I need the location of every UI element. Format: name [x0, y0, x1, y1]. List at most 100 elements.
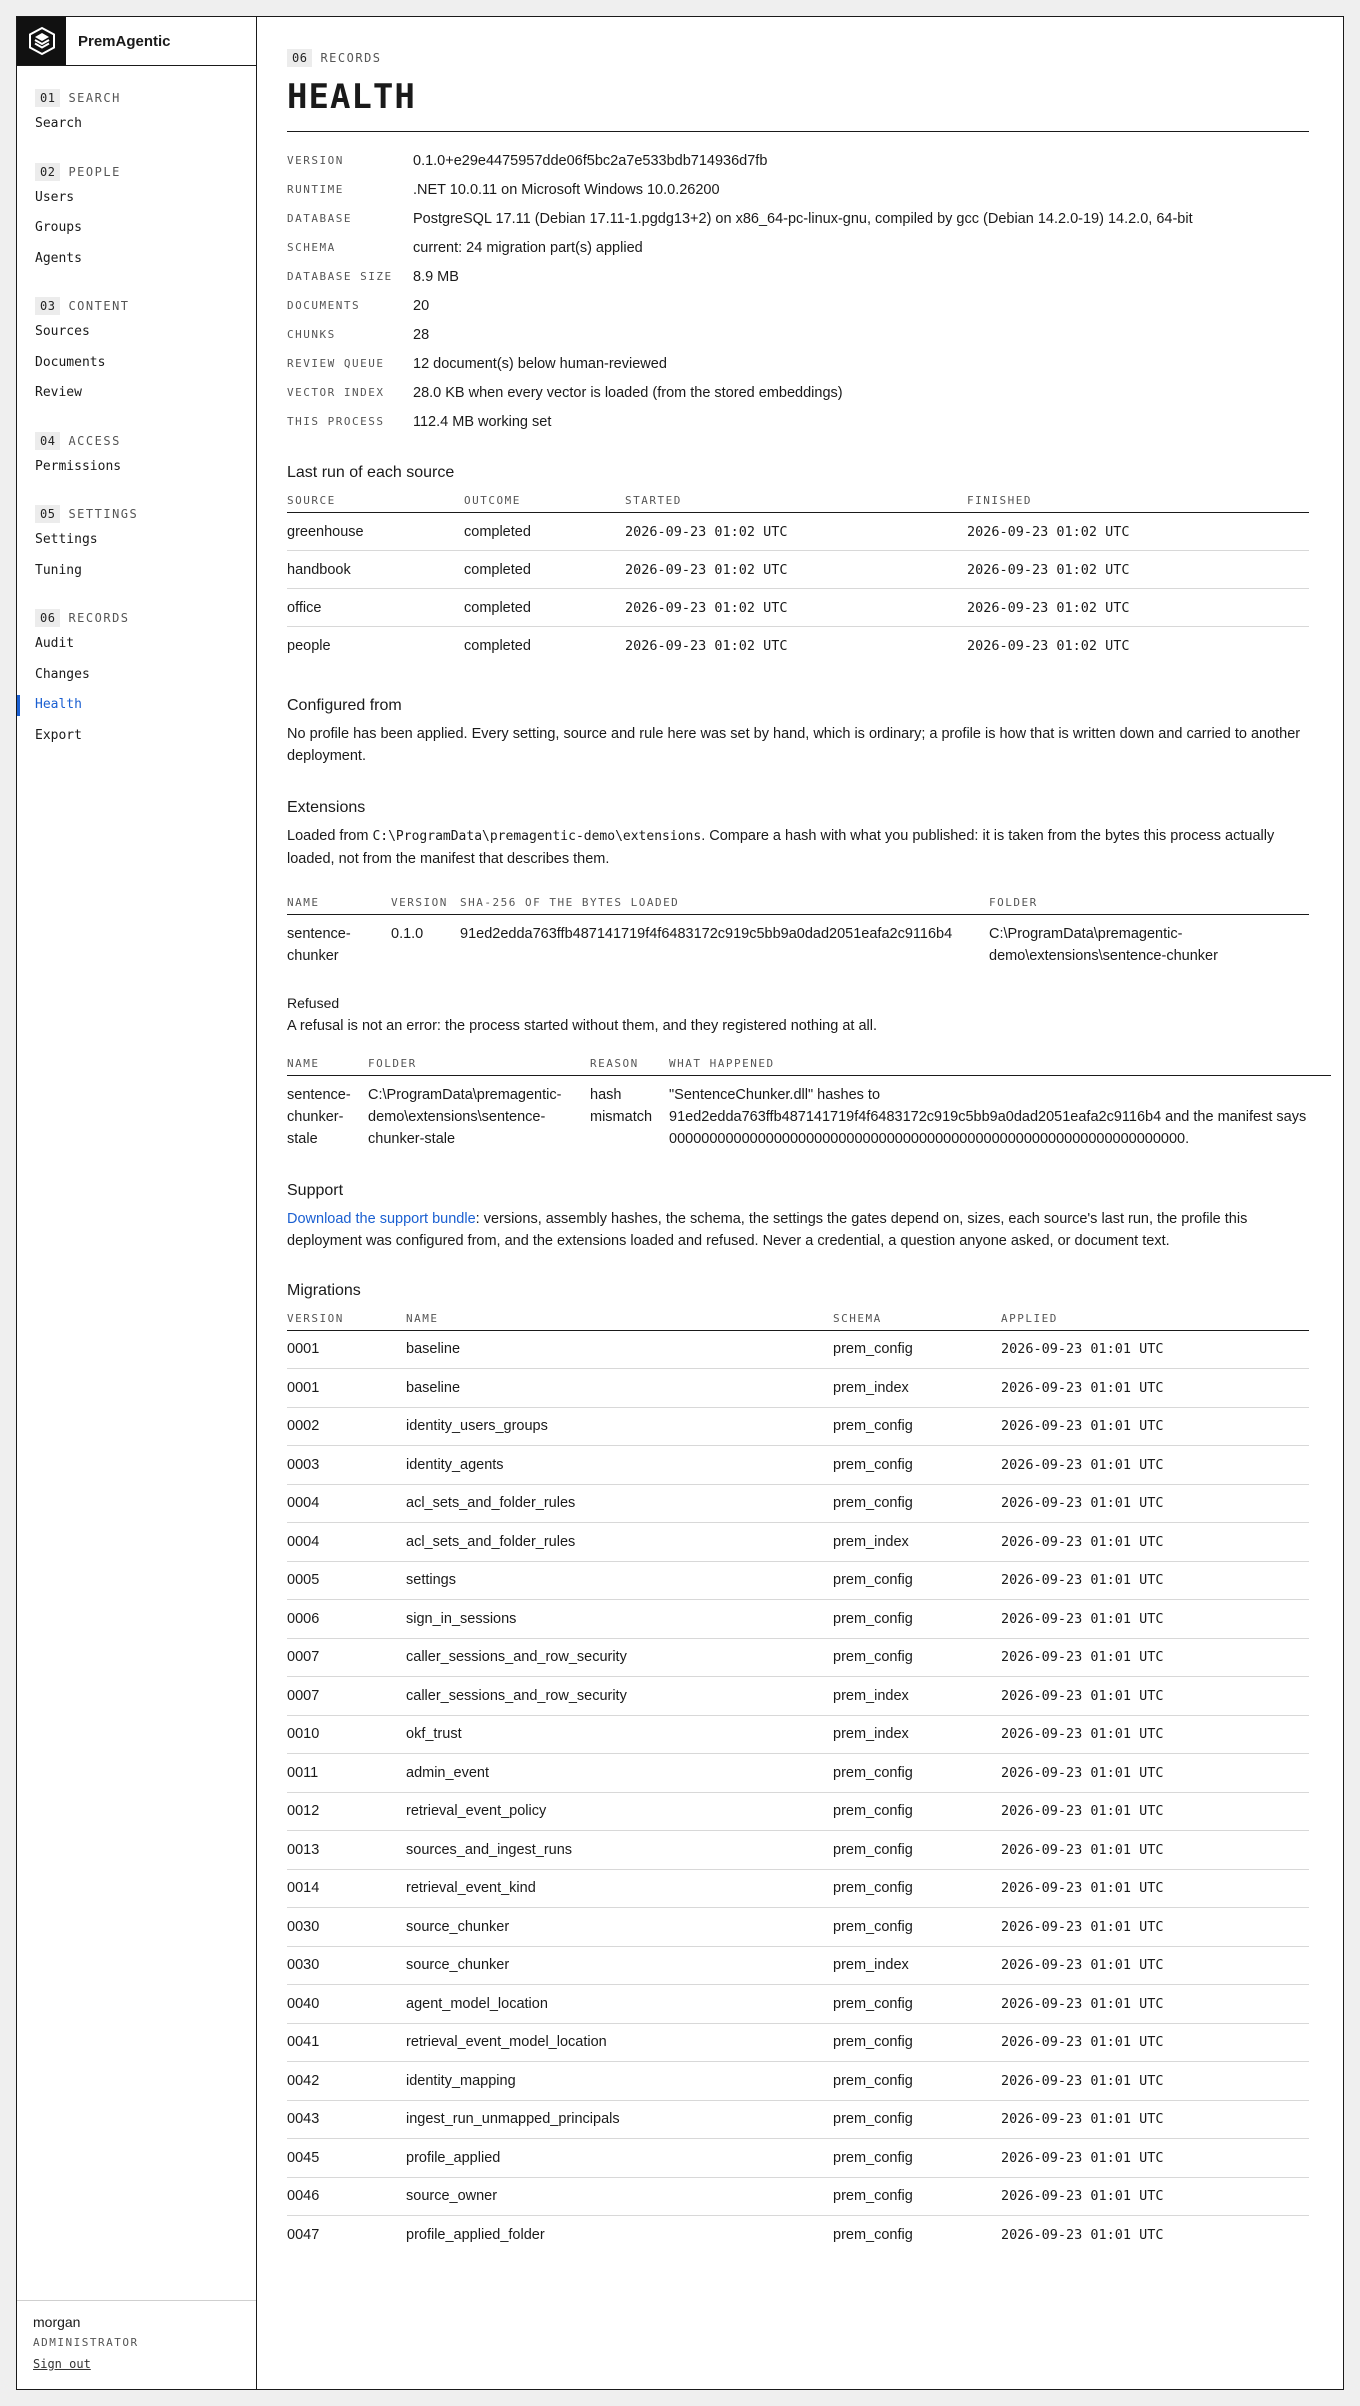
- table-cell: 2026-09-23 01:01 UTC: [1001, 1984, 1309, 2024]
- migrations-heading: Migrations: [287, 1281, 361, 1299]
- info-value: .NET 10.0.11 on Microsoft Windows 10.0.2…: [413, 181, 720, 198]
- download-support-bundle-link[interactable]: Download the support bundle: [287, 1211, 476, 1227]
- sidebar-item-changes[interactable]: Changes: [35, 660, 238, 691]
- table-row: 0030 source_chunker prem_config 2026-09-23 …: [287, 1907, 1309, 1947]
- table-cell: 0042: [287, 2061, 406, 2101]
- sign-out-link[interactable]: Sign out: [33, 2357, 91, 2371]
- table-cell: 2026-09-23 01:01 UTC: [1001, 1676, 1309, 1716]
- table-cell: prem_index: [833, 1522, 1001, 1562]
- table-row: 0041 retrieval_event_model_location prem_c…: [287, 2023, 1309, 2062]
- sidebar-item-users[interactable]: Users: [35, 183, 238, 214]
- info-row: DOCUMENTS 20: [287, 291, 1309, 320]
- nav-section-number: 01: [35, 89, 61, 107]
- table-cell: prem_config: [833, 1445, 1001, 1485]
- breadcrumb: 06 RECORDS: [287, 49, 1343, 67]
- sidebar-item-tuning[interactable]: Tuning: [35, 556, 238, 587]
- table-cell: caller_sessions_and_row_security: [406, 1676, 833, 1716]
- column-header: FOLDER: [368, 1056, 590, 1076]
- table-cell: 0045: [287, 2138, 406, 2178]
- table-cell: 0030: [287, 1946, 406, 1985]
- table-cell: 0004: [287, 1522, 406, 1562]
- table-cell: identity_mapping: [406, 2061, 833, 2101]
- column-header: FOLDER: [989, 895, 1309, 915]
- info-row: THIS PROCESS 112.4 MB working set: [287, 407, 1309, 436]
- sidebar-item-sources[interactable]: Sources: [35, 317, 238, 348]
- table-cell: okf_trust: [406, 1715, 833, 1754]
- table-cell: acl_sets_and_folder_rules: [406, 1484, 833, 1523]
- sidebar-item-search[interactable]: Search: [35, 109, 238, 140]
- table-cell: prem_config: [833, 1561, 1001, 1600]
- table-cell: completed: [464, 588, 625, 627]
- info-row: VECTOR INDEX 28.0 KB when every vector is…: [287, 378, 1309, 407]
- nav-section-number: 03: [35, 297, 61, 315]
- table-cell: prem_index: [833, 1715, 1001, 1754]
- table-row: 0040 agent_model_location prem_config 2026-…: [287, 1984, 1309, 2024]
- column-header: WHAT HAPPENED: [669, 1056, 1331, 1076]
- table-cell: 0011: [287, 1753, 406, 1793]
- sidebar-item-groups[interactable]: Groups: [35, 213, 238, 244]
- info-key: SCHEMA: [287, 241, 336, 254]
- nav-section-heading: 06 RECORDS: [35, 608, 238, 628]
- sidebar-item-review[interactable]: Review: [35, 378, 238, 409]
- table-cell: 2026-09-23 01:01 UTC: [1001, 1330, 1309, 1369]
- table-row: 0007 caller_sessions_and_row_security prem…: [287, 1676, 1309, 1716]
- nav-section-number: 02: [35, 162, 61, 181]
- info-key: RUNTIME: [287, 183, 344, 196]
- nav-section-settings: 05 SETTINGS Settings Tuning: [35, 504, 238, 586]
- table-row: people completed 2026-09-23 01:02 UTC 2026-…: [287, 627, 1309, 665]
- info-row: RUNTIME .NET 10.0.11 on Microsoft Windows…: [287, 175, 1309, 204]
- info-row: VERSION 0.1.0+e29e4475957dde06f5bc2a7e533…: [287, 146, 1309, 175]
- sidebar-item-audit[interactable]: Audit: [35, 629, 238, 660]
- info-key: REVIEW QUEUE: [287, 357, 385, 370]
- table-cell: 0043: [287, 2100, 406, 2139]
- brand[interactable]: PremAgentic: [17, 17, 256, 66]
- table-cell: 2026-09-23 01:01 UTC: [1001, 2061, 1309, 2101]
- extensions-heading: Extensions: [287, 798, 366, 816]
- table-cell: 2026-09-23 01:01 UTC: [1001, 1599, 1309, 1639]
- nav-section-title: RECORDS: [68, 611, 130, 625]
- table-row: 0030 source_chunker prem_index 2026-09-23 0…: [287, 1946, 1309, 1985]
- column-header: NAME: [406, 1311, 833, 1331]
- nav-section-content: 03 CONTENT Sources Documents Review: [35, 296, 238, 409]
- support-heading: Support: [287, 1181, 344, 1199]
- table-cell: acl_sets_and_folder_rules: [406, 1522, 833, 1562]
- column-header: NAME: [287, 895, 391, 915]
- breadcrumb-number: 06: [287, 49, 313, 67]
- info-key: CHUNKS: [287, 328, 336, 341]
- sidebar-item-agents[interactable]: Agents: [35, 244, 238, 275]
- sidebar-item-settings[interactable]: Settings: [35, 525, 238, 556]
- nav-section-title: ACCESS: [68, 433, 121, 448]
- table-cell: ingest_run_unmapped_principals: [406, 2100, 833, 2139]
- table-cell: profile_applied: [406, 2138, 833, 2178]
- sidebar-item-export[interactable]: Export: [35, 721, 238, 752]
- nav-section-heading: 02 PEOPLE: [35, 162, 238, 182]
- configured-heading: Configured from: [287, 696, 402, 714]
- table-cell: agent_model_location: [406, 1984, 833, 2024]
- table-cell: office: [287, 588, 464, 627]
- table-row: sentence-chunker-stale C:\ProgramData\pre…: [287, 1075, 1331, 1158]
- table-cell: 2026-09-23 01:01 UTC: [1001, 1869, 1309, 1908]
- info-value: 28.0 KB when every vector is loaded (fro…: [413, 384, 843, 401]
- page-title: HEALTH: [287, 77, 416, 117]
- info-key: VECTOR INDEX: [287, 386, 385, 399]
- table-cell: 2026-09-23 01:01 UTC: [1001, 1946, 1309, 1985]
- table-cell: 2026-09-23 01:01 UTC: [1001, 2100, 1309, 2139]
- sidebar-item-permissions[interactable]: Permissions: [35, 452, 238, 483]
- table-cell: 0013: [287, 1830, 406, 1870]
- sidebar-item-health[interactable]: Health: [17, 690, 238, 721]
- table-cell: completed: [464, 512, 625, 551]
- table-row: 0012 retrieval_event_policy prem_config 202…: [287, 1792, 1309, 1831]
- nav-section-title: PEOPLE: [68, 164, 121, 179]
- table-cell: 2026-09-23 01:02 UTC: [967, 550, 1309, 589]
- extensions-text-before: Loaded from: [287, 827, 373, 844]
- table-cell: 0004: [287, 1484, 406, 1523]
- table-cell: sign_in_sessions: [406, 1599, 833, 1639]
- table-cell: 2026-09-23 01:01 UTC: [1001, 1638, 1309, 1677]
- table-cell: prem_config: [833, 2227, 913, 2243]
- refused-text: A refusal is not an error: the process s…: [287, 1017, 877, 1034]
- info-row: DATABASE SIZE 8.9 MB: [287, 262, 1309, 291]
- column-header: VERSION: [391, 895, 460, 915]
- table-row: 0002 identity_users_groups prem_config 2026…: [287, 1407, 1309, 1446]
- column-header: STARTED: [625, 494, 967, 513]
- sidebar-item-documents[interactable]: Documents: [35, 348, 238, 379]
